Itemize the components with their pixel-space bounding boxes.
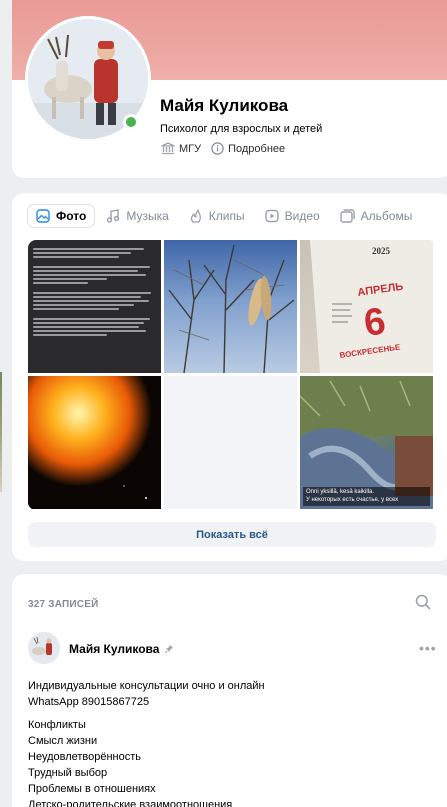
info-icon (211, 142, 224, 155)
photo-calendar[interactable]: 2025 АПРЕЛЬ 6 ВОСКРЕСЕНЬЕ (300, 240, 433, 373)
tab-music[interactable]: Музыка (98, 205, 176, 227)
more-info-link[interactable]: Подробнее (211, 142, 285, 155)
sun-illustration (28, 376, 161, 509)
media-card: Фото Музыка Клипы Видео Альбомы 2025 АПР… (12, 193, 447, 561)
photo-field[interactable]: Onni yksillä, kesä kaikilla. У некоторых… (300, 376, 433, 509)
calendar-illustration: 2025 АПРЕЛЬ 6 ВОСКРЕСЕНЬЕ (310, 240, 433, 373)
post-contacts-block: Индивидуальные консультации очно и онлай… (28, 678, 265, 710)
tab-clips[interactable]: Клипы (181, 205, 253, 227)
adjacent-photo-edge (0, 372, 2, 492)
tab-clips-label: Клипы (208, 209, 245, 223)
calendar-year: 2025 (372, 246, 391, 256)
post-author-avatar[interactable] (28, 632, 60, 664)
albums-icon (339, 209, 355, 223)
tab-video-label: Видео (284, 209, 320, 223)
media-tabs: Фото Музыка Клипы Видео Альбомы (28, 205, 420, 227)
online-indicator (123, 114, 139, 130)
tab-albums[interactable]: Альбомы (332, 205, 421, 227)
profile-meta: МГУ Подробнее (161, 142, 285, 155)
post-line: Детско-родительские взаимоотношения (28, 799, 233, 807)
university-label: МГУ (179, 142, 202, 155)
post-line: WhatsApp 89015867725 (28, 696, 150, 708)
photo-text-note[interactable] (28, 240, 161, 373)
photo-icon (36, 209, 50, 223)
photo-empty[interactable] (164, 376, 297, 509)
university-link[interactable]: МГУ (161, 142, 201, 155)
post-line: Смысл жизни (28, 735, 98, 747)
more-info-label: Подробнее (228, 142, 286, 155)
post-line: Неудовлетворённость (28, 751, 142, 763)
tab-photo[interactable]: Фото (28, 205, 95, 227)
post-author[interactable]: Майя Куликова (69, 642, 174, 656)
field-caption-line2: У некоторых есть счастье, у всех (306, 496, 399, 503)
profile-card: Майя Куликова Психолог для взрослых и де… (12, 0, 447, 178)
clips-icon (190, 209, 201, 223)
profile-status: Психолог для взрослых и детей (160, 123, 323, 135)
wall-search-button[interactable] (415, 594, 431, 615)
post-line: Трудный выбор (28, 767, 108, 779)
post-text: Индивидуальные консультации очно и онлай… (28, 678, 265, 807)
post-line: Проблемы в отношениях (28, 783, 156, 795)
wall-count: 327 ЗАПИСЕЙ (28, 599, 99, 610)
post-author-name: Майя Куликова (69, 642, 160, 656)
wall-card: 327 ЗАПИСЕЙ Майя Куликова ••• Индивидуал… (12, 574, 447, 807)
music-icon (107, 209, 120, 223)
profile-name: Майя Куликова (160, 96, 289, 115)
pin-icon (165, 645, 174, 654)
avatar-image (28, 632, 60, 664)
post-line: Индивидуальные консультации очно и онлай… (28, 680, 265, 692)
field-caption-line1: Onni yksillä, kesä kaikilla. (306, 489, 375, 495)
tab-albums-label: Альбомы (360, 209, 413, 223)
post-topics-block: Конфликты Смысл жизни Неудовлетворённост… (28, 717, 265, 807)
tab-video[interactable]: Видео (257, 205, 328, 227)
search-icon (415, 594, 431, 610)
post-line: Конфликты (28, 719, 86, 731)
show-all-button[interactable]: Показать всё (28, 522, 436, 547)
university-icon (161, 142, 175, 155)
field-caption: Onni yksillä, kesä kaikilla. У некоторых… (303, 487, 430, 506)
video-icon (264, 209, 279, 223)
photo-trees[interactable] (164, 240, 297, 373)
tab-music-label: Музыка (126, 209, 169, 223)
tab-photo-label: Фото (56, 209, 87, 223)
post-more-button[interactable]: ••• (419, 640, 437, 656)
photo-sun[interactable] (28, 376, 161, 509)
photo-grid: 2025 АПРЕЛЬ 6 ВОСКРЕСЕНЬЕ Onni yksillä, … (28, 240, 436, 510)
trees-illustration (168, 244, 295, 373)
